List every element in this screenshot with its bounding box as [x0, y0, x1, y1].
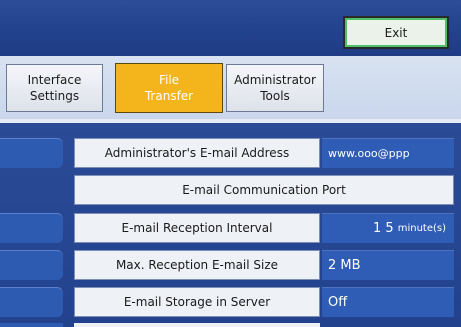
row-indicator-partial [0, 323, 63, 327]
email-reception-interval-button[interactable]: E-mail Reception Interval [74, 213, 320, 243]
tab-administrator-tools[interactable]: Administrator Tools [226, 64, 324, 112]
tab-label-line2: Tools [260, 89, 290, 103]
row-indicator [0, 250, 63, 280]
admin-email-address-value: www.ooo@ppp [322, 138, 454, 168]
email-reception-interval-value: 1 5 minute(s) [322, 213, 454, 243]
settings-list: Administrator's E-mail Address www.ooo@p… [0, 123, 461, 327]
exit-button[interactable]: Exit [343, 16, 449, 49]
row-indicator [0, 287, 63, 317]
interval-number: 1 5 [373, 221, 394, 236]
interval-unit: minute(s) [397, 223, 446, 234]
admin-email-address-button[interactable]: Administrator's E-mail Address [74, 138, 320, 168]
tab-label-line1: File [158, 73, 180, 87]
email-storage-in-server-button[interactable]: E-mail Storage in Server [74, 287, 320, 317]
max-reception-size-button[interactable]: Max. Reception E-mail Size [74, 250, 320, 280]
row-indicator [0, 213, 63, 243]
next-row-button-partial[interactable] [74, 323, 320, 327]
row-indicator [0, 138, 63, 168]
tab-label-line1: Administrator [234, 73, 316, 87]
tab-file-transfer[interactable]: File Transfer [115, 63, 223, 113]
header-bar: Exit [0, 0, 461, 56]
tab-label-line2: Settings [29, 89, 80, 103]
max-reception-size-value: 2 MB [322, 250, 454, 280]
email-storage-in-server-value: Off [322, 287, 454, 317]
tab-label-line2: Transfer [144, 89, 194, 103]
tab-strip: Interface Settings File Transfer Adminis… [0, 56, 461, 119]
settings-screen: Exit Interface Settings File Transfer Ad… [0, 0, 461, 327]
tab-interface-settings[interactable]: Interface Settings [6, 64, 103, 112]
tab-label-line1: Interface [27, 73, 82, 87]
email-communication-port-button[interactable]: E-mail Communication Port [74, 175, 454, 205]
